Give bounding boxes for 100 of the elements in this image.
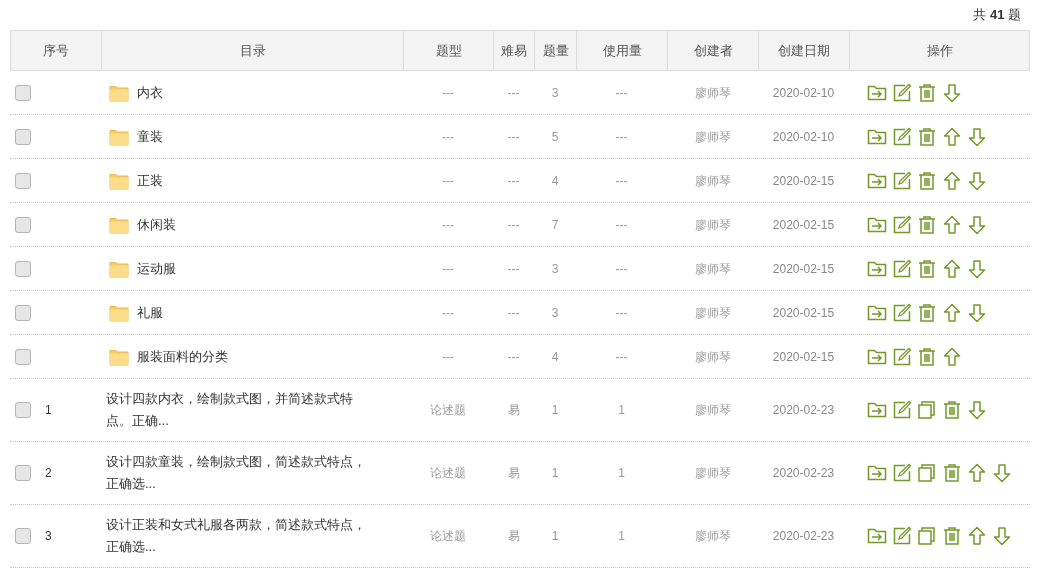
question-count: 5 — [551, 128, 559, 146]
folder-name[interactable]: 服装面料的分类 — [137, 345, 228, 368]
down-arrow-icon[interactable] — [967, 126, 987, 147]
trash-icon[interactable] — [917, 126, 937, 147]
usage-count: 1 — [618, 528, 625, 545]
checkbox[interactable] — [15, 260, 31, 277]
down-arrow-icon[interactable] — [967, 400, 987, 420]
up-arrow-icon[interactable] — [942, 214, 962, 235]
usage-count: 1 — [618, 465, 625, 482]
checkbox[interactable] — [15, 348, 31, 365]
column-header: 使用量 — [577, 31, 668, 70]
folder-arrow-icon[interactable] — [867, 400, 887, 420]
trash-icon[interactable] — [917, 170, 937, 191]
checkbox[interactable] — [15, 128, 31, 145]
created-date: 2020-02-10 — [772, 128, 835, 146]
question-count: 4 — [551, 172, 559, 190]
usage-count: 1 — [618, 402, 625, 419]
difficulty: 易 — [507, 528, 520, 545]
folder-name[interactable]: 正装 — [137, 169, 163, 192]
created-date: 2020-02-15 — [772, 172, 835, 190]
up-arrow-icon[interactable] — [942, 302, 962, 323]
total-count: 共 41 题 — [973, 6, 1021, 25]
trash-icon[interactable] — [917, 82, 937, 103]
edit-icon[interactable] — [892, 82, 912, 103]
edit-icon[interactable] — [892, 126, 912, 147]
edit-icon[interactable] — [892, 214, 912, 235]
trash-icon[interactable] — [917, 346, 937, 367]
difficulty: 易 — [507, 465, 520, 482]
question-type: 论述题 — [430, 402, 466, 419]
checkbox[interactable] — [15, 304, 31, 321]
folder-name[interactable]: 童装 — [137, 125, 163, 148]
copy-icon[interactable] — [917, 526, 937, 546]
difficulty: --- — [507, 348, 520, 366]
down-arrow-icon[interactable] — [967, 258, 987, 279]
checkbox[interactable] — [15, 216, 31, 233]
column-header: 创建日期 — [759, 31, 850, 70]
copy-icon[interactable] — [917, 400, 937, 420]
question-title[interactable]: 设计正装和女式礼服各两款，简述款式特点，正确选... — [106, 514, 374, 558]
creator: 廖师琴 — [694, 172, 731, 190]
trash-icon[interactable] — [942, 526, 962, 546]
up-arrow-icon[interactable] — [942, 170, 962, 191]
trash-icon[interactable] — [942, 463, 962, 483]
down-arrow-icon[interactable] — [967, 302, 987, 323]
down-arrow-icon[interactable] — [942, 82, 962, 103]
edit-icon[interactable] — [892, 526, 912, 546]
question-title[interactable]: 设计四款童装，绘制款式图，简述款式特点，正确选... — [106, 451, 374, 495]
folder-arrow-icon[interactable] — [867, 526, 887, 546]
creator: 廖师琴 — [694, 304, 731, 322]
edit-icon[interactable] — [892, 258, 912, 279]
folder-name[interactable]: 礼服 — [137, 301, 163, 324]
folder-arrow-icon[interactable] — [867, 463, 887, 483]
row-number: 2 — [45, 465, 52, 482]
difficulty: --- — [507, 260, 520, 278]
checkbox[interactable] — [15, 528, 31, 544]
edit-icon[interactable] — [892, 302, 912, 323]
question-type: --- — [442, 304, 454, 322]
question-type: 论述题 — [430, 528, 466, 545]
folder-name[interactable]: 内衣 — [137, 81, 163, 104]
up-arrow-icon[interactable] — [942, 346, 962, 367]
checkbox[interactable] — [15, 465, 31, 481]
question-type: --- — [442, 216, 454, 234]
created-date: 2020-02-23 — [772, 528, 835, 545]
usage-count: --- — [615, 260, 628, 278]
trash-icon[interactable] — [917, 302, 937, 323]
folder-icon — [109, 303, 129, 322]
column-header: 题型 — [404, 31, 494, 70]
created-date: 2020-02-23 — [772, 465, 835, 482]
copy-icon[interactable] — [917, 463, 937, 483]
question-title[interactable]: 设计四款内衣，绘制款式图，并简述款式特点。正确... — [106, 388, 374, 432]
folder-icon — [109, 215, 129, 234]
down-arrow-icon[interactable] — [967, 170, 987, 191]
trash-icon[interactable] — [917, 214, 937, 235]
usage-count: --- — [615, 304, 628, 322]
created-date: 2020-02-15 — [772, 304, 835, 322]
edit-icon[interactable] — [892, 400, 912, 420]
folder-name[interactable]: 休闲装 — [137, 213, 176, 236]
folder-icon — [109, 171, 129, 190]
trash-icon[interactable] — [942, 400, 962, 420]
usage-count: --- — [615, 348, 628, 366]
usage-count: --- — [615, 84, 628, 102]
up-arrow-icon[interactable] — [942, 258, 962, 279]
trash-icon[interactable] — [917, 258, 937, 279]
edit-icon[interactable] — [892, 170, 912, 191]
creator: 廖师琴 — [694, 465, 731, 482]
up-arrow-icon[interactable] — [967, 463, 987, 483]
up-arrow-icon[interactable] — [942, 126, 962, 147]
difficulty: --- — [507, 84, 520, 102]
row-number: 1 — [45, 402, 52, 419]
checkbox[interactable] — [15, 402, 31, 418]
created-date: 2020-02-15 — [772, 260, 835, 278]
difficulty: --- — [507, 172, 520, 190]
folder-name[interactable]: 运动服 — [137, 257, 176, 280]
up-arrow-icon[interactable] — [967, 526, 987, 546]
edit-icon[interactable] — [892, 346, 912, 367]
down-arrow-icon[interactable] — [992, 463, 1012, 483]
down-arrow-icon[interactable] — [967, 214, 987, 235]
checkbox[interactable] — [15, 84, 31, 101]
down-arrow-icon[interactable] — [992, 526, 1012, 546]
checkbox[interactable] — [15, 172, 31, 189]
edit-icon[interactable] — [892, 463, 912, 483]
